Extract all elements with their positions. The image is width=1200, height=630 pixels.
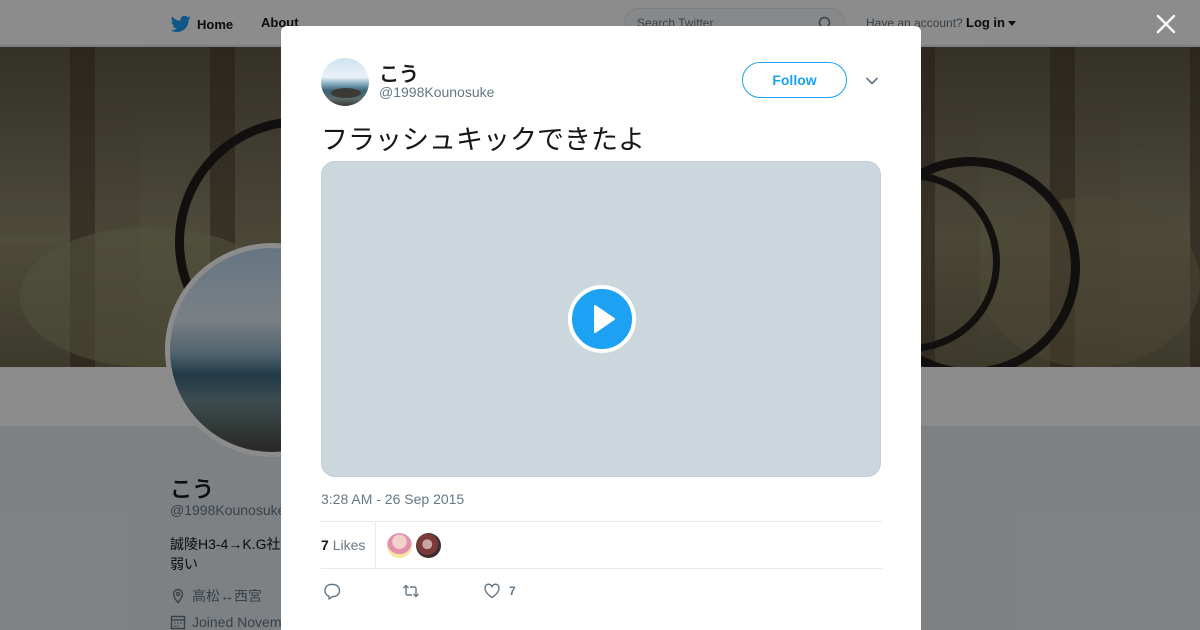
reply-button[interactable]	[323, 582, 341, 600]
follow-button[interactable]: Follow	[742, 62, 847, 98]
tweet-modal: こう @1998Kounosuke Follow フラッシュキックできたよ 3:…	[281, 26, 921, 630]
liker-avatar[interactable]	[387, 533, 412, 558]
play-button[interactable]	[568, 285, 636, 353]
play-icon	[594, 305, 615, 333]
likes-number: 7	[321, 537, 329, 553]
retweet-icon	[403, 584, 419, 598]
tweet-actions: 7	[321, 576, 882, 606]
like-button[interactable]: 7	[483, 582, 516, 600]
likes-count[interactable]: 7 Likes	[321, 537, 365, 553]
retweet-button[interactable]	[402, 582, 420, 600]
tweet-stats: 7 Likes	[321, 521, 882, 569]
likes-label: Likes	[332, 537, 366, 553]
heart-icon	[484, 583, 500, 599]
close-icon[interactable]	[1155, 13, 1177, 35]
author-name[interactable]: こう	[379, 58, 419, 87]
video-player[interactable]	[321, 161, 881, 477]
chevron-down-icon[interactable]	[865, 74, 879, 88]
tweet-text: フラッシュキックできたよ	[321, 125, 645, 155]
tweet-timestamp[interactable]: 3:28 AM - 26 Sep 2015	[321, 491, 464, 507]
liker-avatar[interactable]	[416, 533, 441, 558]
author-avatar[interactable]	[321, 58, 369, 106]
like-count: 7	[509, 584, 516, 598]
stats-divider	[375, 522, 376, 568]
reply-icon	[324, 583, 341, 600]
author-handle[interactable]: @1998Kounosuke	[379, 84, 494, 100]
